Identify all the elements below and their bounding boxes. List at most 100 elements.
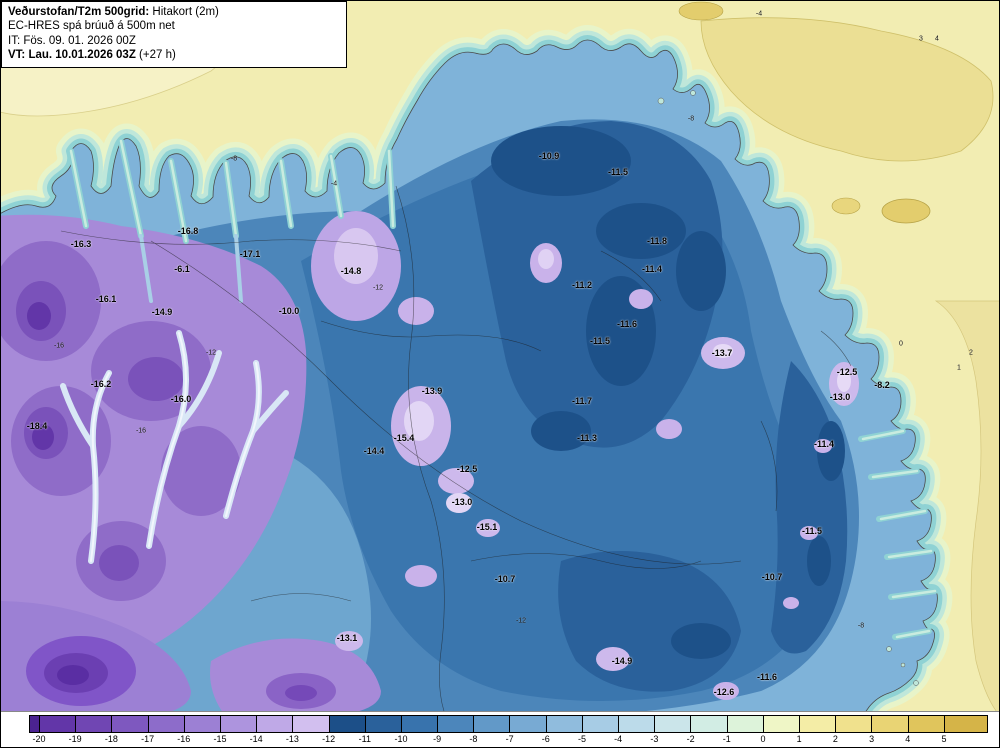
colorbar-tick: -7 bbox=[505, 734, 514, 744]
temp-label: -14.9 bbox=[151, 307, 173, 317]
colorbar-tick: -2 bbox=[686, 734, 695, 744]
contour-label: 0 bbox=[899, 340, 903, 348]
temp-label: -6.1 bbox=[174, 264, 190, 274]
colorbar-tick: -16 bbox=[177, 734, 191, 744]
contour-label: 1 bbox=[957, 364, 961, 372]
colorbar-tick: -13 bbox=[285, 734, 299, 744]
colorbar-cell bbox=[872, 716, 909, 732]
colorbar-tick: -19 bbox=[68, 734, 82, 744]
temp-label: -16.1 bbox=[95, 294, 117, 304]
valid-time-offset: (+27 h) bbox=[135, 49, 176, 62]
contour-label: -12 bbox=[372, 284, 384, 292]
temp-label: -11.6 bbox=[756, 672, 778, 682]
contour-label: 2 bbox=[969, 349, 973, 357]
temp-label: -10.0 bbox=[278, 306, 300, 316]
colorbar-cell bbox=[220, 716, 258, 732]
colorbar-tick: -18 bbox=[104, 734, 118, 744]
contour-label: -4 bbox=[330, 180, 338, 188]
colorbar-cell bbox=[40, 716, 77, 732]
colorbar-cell bbox=[763, 716, 800, 732]
colorbar-tick: -11 bbox=[358, 734, 371, 744]
colorbar-cell bbox=[112, 716, 149, 732]
init-time: IT: Fös. 09. 01. 2026 00Z bbox=[8, 34, 136, 47]
temp-label: -13.1 bbox=[336, 633, 358, 643]
colorbar-cell bbox=[401, 716, 439, 732]
colorbar-cell bbox=[908, 716, 945, 732]
temp-label: -13.0 bbox=[829, 392, 851, 402]
map-subtitle: EC-HRES spá brúuð á 500m net bbox=[8, 20, 175, 33]
temp-label: -16.0 bbox=[170, 394, 192, 404]
temp-label: -11.4 bbox=[813, 439, 835, 449]
colorbar-tick: -17 bbox=[141, 734, 155, 744]
colorbar-tick: 4 bbox=[905, 734, 911, 744]
map-title-product: Veðurstofan/T2m 500grid: bbox=[8, 6, 150, 18]
temp-label: -13.0 bbox=[451, 497, 473, 507]
temperature-colorbar bbox=[29, 715, 988, 733]
temp-label: -14.4 bbox=[363, 446, 385, 456]
temp-label: -12.5 bbox=[836, 367, 858, 377]
colorbar-tick: -5 bbox=[577, 734, 587, 744]
temp-label: -11.6 bbox=[616, 319, 638, 329]
temp-label: -12.5 bbox=[456, 464, 478, 474]
colorbar-cell bbox=[184, 716, 221, 732]
colorbar-cell bbox=[836, 716, 873, 732]
colorbar-cell bbox=[76, 716, 113, 732]
colorbar-cell bbox=[510, 716, 547, 732]
temp-label: -11.5 bbox=[801, 526, 823, 536]
colorbar-tick: -4 bbox=[614, 734, 623, 744]
contour-label: -8 bbox=[230, 155, 238, 163]
temp-label: -16.3 bbox=[70, 239, 92, 249]
colorbar-cell bbox=[619, 716, 656, 732]
temp-label: -15.1 bbox=[476, 522, 498, 532]
temp-label: -13.7 bbox=[711, 348, 733, 358]
colorbar-tick: -3 bbox=[650, 734, 659, 744]
contour-label: -8 bbox=[687, 115, 695, 123]
temp-label: -14.8 bbox=[340, 266, 362, 276]
colorbar-cell-over bbox=[944, 716, 987, 732]
colorbar-tick: -1 bbox=[722, 734, 731, 744]
colorbar-cell bbox=[655, 716, 692, 732]
temp-label: -11.5 bbox=[589, 336, 611, 346]
colorbar-tick: -12 bbox=[322, 734, 336, 744]
temp-label: -16.2 bbox=[90, 379, 112, 389]
colorbar-tick: -14 bbox=[249, 734, 263, 744]
temp-label: -17.1 bbox=[239, 249, 261, 259]
map-title-type: Hitakort (2m) bbox=[149, 6, 219, 18]
temp-label: -11.5 bbox=[607, 167, 629, 177]
colorbar-cell bbox=[438, 716, 475, 732]
colorbar-cell bbox=[727, 716, 764, 732]
colorbar-cell bbox=[257, 716, 294, 732]
contour-label: -8 bbox=[857, 622, 865, 630]
colorbar-tick: 2 bbox=[832, 734, 838, 744]
colorbar-tick: 3 bbox=[869, 734, 875, 744]
map-label-layer: -10.9 -11.5 -16.8 -16.3 -17.1 -6.1 -14.8 -11.8 -… bbox=[1, 1, 999, 711]
contour-label: -12 bbox=[205, 349, 217, 357]
forecast-header-box: Veðurstofan/T2m 500grid: Hitakort (2m) E… bbox=[1, 1, 347, 68]
contour-label: 4 bbox=[935, 35, 939, 43]
colorbar-tick: -10 bbox=[394, 734, 408, 744]
contour-label: -16 bbox=[135, 427, 147, 435]
temp-label: -11.2 bbox=[571, 280, 593, 290]
colorbar-cell bbox=[691, 716, 728, 732]
colorbar-tick: 1 bbox=[796, 734, 802, 744]
temp-label: -10.9 bbox=[538, 151, 560, 161]
colorbar-cell bbox=[799, 716, 837, 732]
temp-label: -10.7 bbox=[761, 572, 783, 582]
temp-label: -11.4 bbox=[641, 264, 663, 274]
weather-map-screenshot: -10.9 -11.5 -16.8 -16.3 -17.1 -6.1 -14.8 -11.8 -… bbox=[0, 0, 1000, 748]
colorbar-tick: -8 bbox=[469, 734, 478, 744]
colorbar-cell-under bbox=[30, 716, 40, 732]
colorbar-tick: -9 bbox=[433, 734, 442, 744]
colorbar-cell bbox=[582, 716, 619, 732]
temp-label: -15.4 bbox=[393, 433, 415, 443]
colorbar-tick: -20 bbox=[32, 734, 46, 744]
temp-label: -18.4 bbox=[26, 421, 48, 431]
contour-label: -12 bbox=[515, 617, 527, 625]
contour-label: -4 bbox=[755, 10, 763, 18]
colorbar-cell bbox=[474, 716, 511, 732]
colorbar-tick: 0 bbox=[760, 734, 766, 744]
colorbar-cell bbox=[293, 716, 330, 732]
temp-label: -13.9 bbox=[421, 386, 443, 396]
valid-time-main: VT: Lau. 10.01.2026 03Z bbox=[8, 49, 136, 62]
temp-label: -14.9 bbox=[611, 656, 633, 666]
